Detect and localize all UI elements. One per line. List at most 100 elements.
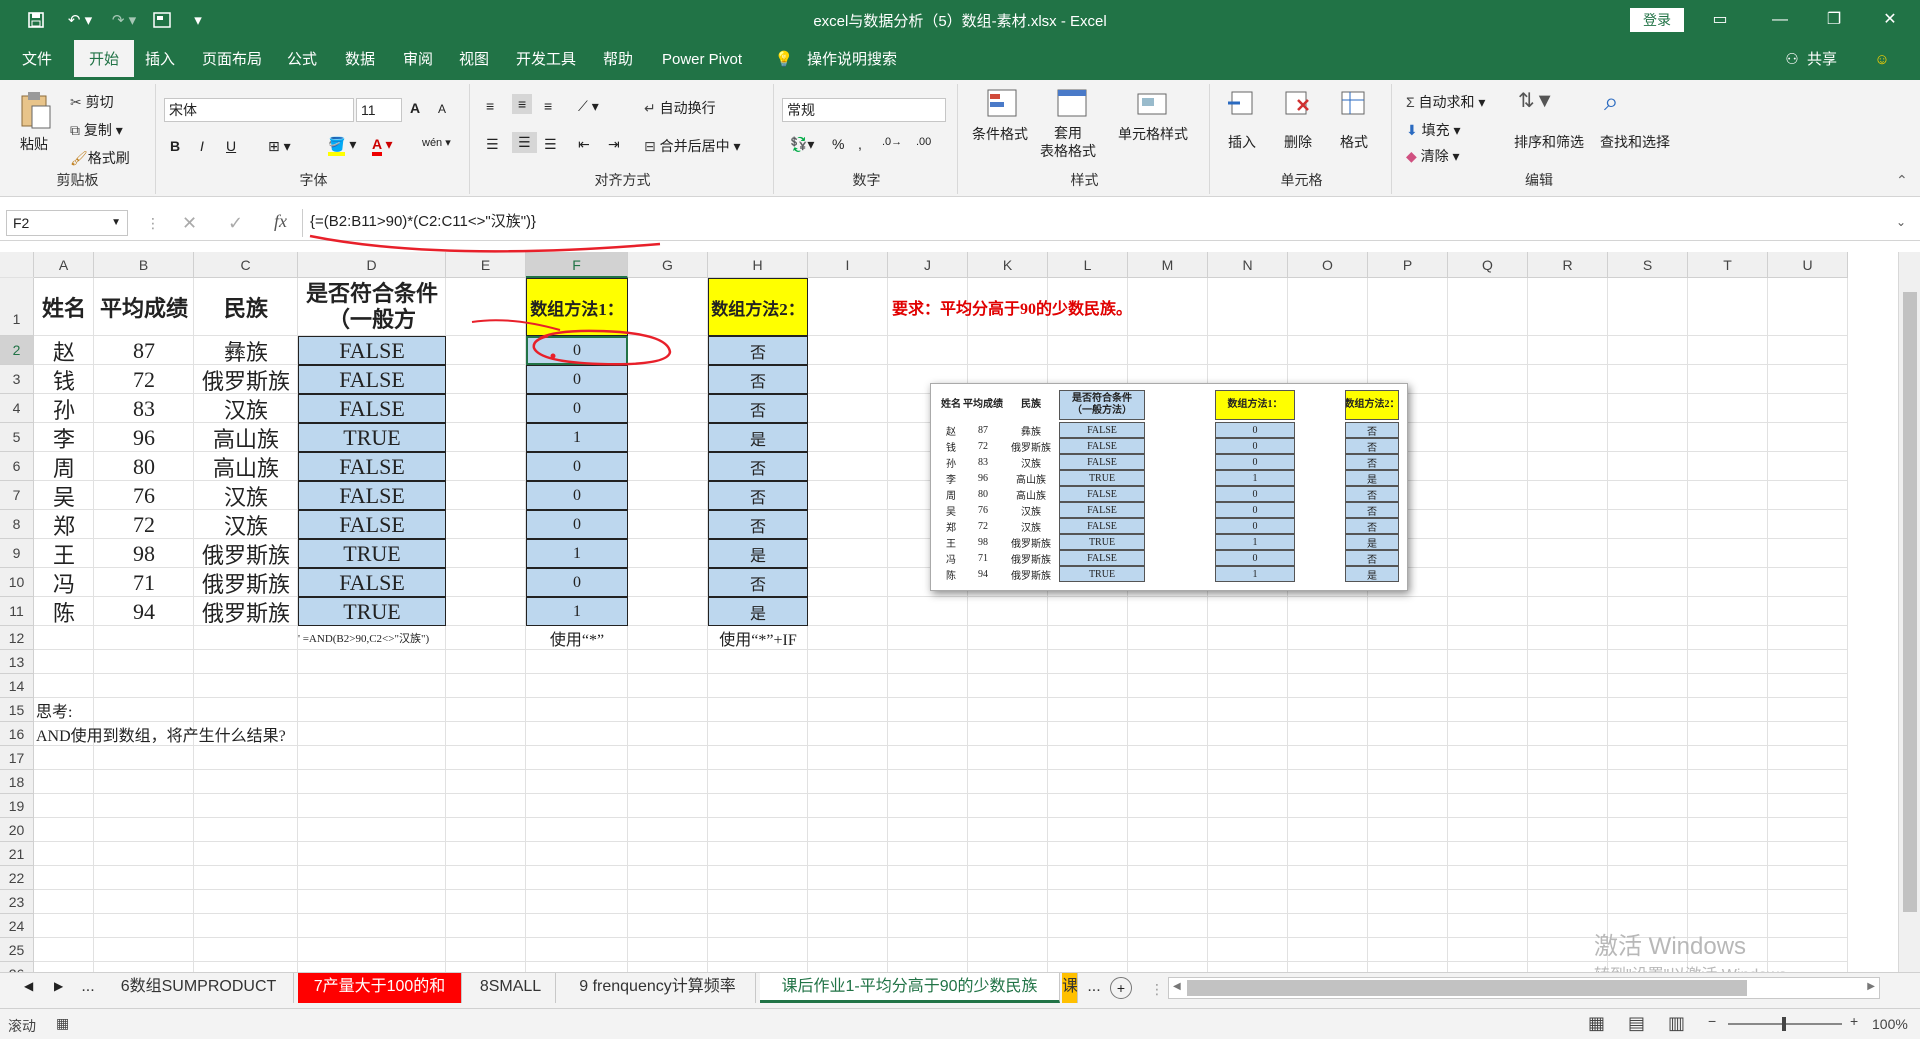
row-header-24[interactable]: 24 [0, 914, 34, 938]
cell-score[interactable]: 72 [94, 365, 194, 394]
autosum-button[interactable]: Σ 自动求和 ▾ [1406, 92, 1485, 112]
column-header-g[interactable]: G [628, 252, 708, 278]
align-right-icon[interactable]: ☰ [544, 136, 557, 153]
tab-home[interactable]: 开始 [74, 40, 134, 80]
cell-condition[interactable]: FALSE [298, 336, 446, 365]
close-icon[interactable]: ✕ [1870, 6, 1910, 34]
zoom-in-icon[interactable]: + [1850, 1013, 1858, 1029]
scroll-thumb[interactable] [1903, 292, 1917, 912]
cell-name[interactable]: 王 [34, 539, 94, 568]
row-header-13[interactable]: 13 [0, 650, 34, 674]
delete-cells-button[interactable]: 删除 [1284, 132, 1312, 152]
name-box[interactable]: F2 ▼ [6, 210, 128, 236]
cell-styles-icon[interactable] [1136, 88, 1170, 121]
decrease-decimal-icon[interactable]: .00 [916, 136, 931, 148]
row-header-8[interactable]: 8 [0, 510, 34, 539]
maximize-icon[interactable]: ❐ [1814, 6, 1854, 34]
row-header-11[interactable]: 11 [0, 597, 34, 626]
row-header-9[interactable]: 9 [0, 539, 34, 568]
cell-condition[interactable]: FALSE [298, 452, 446, 481]
row-header-14[interactable]: 14 [0, 674, 34, 698]
tab-view[interactable]: 视图 [452, 40, 496, 80]
cell-ethnic[interactable]: 汉族 [194, 481, 298, 510]
row-header-3[interactable]: 3 [0, 365, 34, 394]
tab-file[interactable]: 文件 [12, 40, 62, 80]
copy-button[interactable]: ⧉ 复制 ▾ [70, 120, 123, 140]
row-header-15[interactable]: 15 [0, 698, 34, 722]
cell-f2-active[interactable]: 0 [526, 336, 628, 365]
column-header-s[interactable]: S [1608, 252, 1688, 278]
cell-f12-note[interactable]: 使用“*” [526, 626, 628, 650]
tab-help[interactable]: 帮助 [596, 40, 640, 80]
collapse-ribbon-icon[interactable]: ⌃ [1896, 172, 1908, 189]
next-sheet-icon[interactable]: ▶ [54, 979, 63, 993]
cell-method1[interactable]: 0 [526, 568, 628, 597]
sheet-tab-next[interactable]: 课 [1062, 973, 1078, 1003]
zoom-out-icon[interactable]: − [1708, 1013, 1716, 1029]
page-layout-view-icon[interactable]: ▤ [1628, 1013, 1645, 1034]
conditional-format-button[interactable]: 条件格式 [972, 124, 1028, 144]
cell-d1-condition-header[interactable]: 是否符合条件（一般方 [298, 278, 446, 336]
cell-method2[interactable]: 是 [708, 597, 808, 626]
cell-method2[interactable]: 是 [708, 539, 808, 568]
column-header-k[interactable]: K [968, 252, 1048, 278]
cell-ethnic[interactable]: 俄罗斯族 [194, 539, 298, 568]
cell-name[interactable]: 郑 [34, 510, 94, 539]
column-header-c[interactable]: C [194, 252, 298, 278]
cell-method1[interactable]: 0 [526, 365, 628, 394]
cell-ethnic[interactable]: 汉族 [194, 510, 298, 539]
column-header-h[interactable]: H [708, 252, 808, 278]
number-format-select[interactable]: 常规 [782, 98, 946, 122]
cell-styles-button[interactable]: 单元格样式 [1118, 124, 1188, 144]
cell-b1-score-header[interactable]: 平均成绩 [94, 278, 194, 336]
cell-score[interactable]: 71 [94, 568, 194, 597]
cell-method1[interactable]: 0 [526, 452, 628, 481]
sheet-tab-9[interactable]: 9 frenquency计算频率 [560, 973, 756, 1003]
cell-score[interactable]: 98 [94, 539, 194, 568]
font-color-icon[interactable]: A ▾ [372, 136, 393, 156]
ribbon-display-icon[interactable]: ▭ [1700, 6, 1740, 34]
clear-button[interactable]: ◆ 清除 ▾ [1406, 146, 1460, 166]
sheet-tab-8[interactable]: 8SMALL [466, 973, 556, 1003]
tab-review[interactable]: 审阅 [396, 40, 440, 80]
column-header-m[interactable]: M [1128, 252, 1208, 278]
paste-icon[interactable] [18, 90, 52, 133]
orientation-icon[interactable]: ⟋ ▾ [578, 98, 599, 115]
tab-formulas[interactable]: 公式 [280, 40, 324, 80]
cell-j1-requirement[interactable]: 要求：平均分高于90的少数民族。 [888, 278, 1208, 336]
cell-a1-name-header[interactable]: 姓名 [34, 278, 94, 336]
cell-ethnic[interactable]: 俄罗斯族 [194, 597, 298, 626]
cell-method2[interactable]: 否 [708, 481, 808, 510]
sheet-tab-7[interactable]: 7产量大于100的和 [298, 973, 462, 1003]
row-header-25[interactable]: 25 [0, 938, 34, 962]
font-size-select[interactable]: 11 [356, 98, 402, 122]
row-header-26[interactable]: 26 [0, 962, 34, 972]
prev-sheet-icon[interactable]: ◀ [24, 979, 33, 993]
row-header-12[interactable]: 12 [0, 626, 34, 650]
fill-color-icon[interactable]: 🪣 ▾ [328, 136, 356, 156]
comma-icon[interactable]: , [858, 136, 862, 152]
bold-button[interactable]: B [170, 138, 180, 154]
phonetic-icon[interactable]: wén ▾ [422, 136, 451, 149]
row-header-19[interactable]: 19 [0, 794, 34, 818]
cell-name[interactable]: 李 [34, 423, 94, 452]
cell-condition[interactable]: FALSE [298, 481, 446, 510]
tab-power-pivot[interactable]: Power Pivot [654, 40, 750, 80]
scroll-left-icon[interactable]: ◀ [1173, 981, 1181, 992]
cell-name[interactable]: 吴 [34, 481, 94, 510]
sheet-tab-more-left[interactable]: ... [76, 973, 100, 1003]
cell-ethnic[interactable]: 高山族 [194, 452, 298, 481]
worksheet-grid[interactable]: A B C D E F G H I J K L M N O P Q R S T U 1 2 3 4 5 6 7 8 9 10 11 12 13 14… [0, 252, 1898, 972]
cell-a16-question[interactable]: AND使用到数组，将产生什么结果? [34, 722, 628, 746]
cell-name[interactable]: 钱 [34, 365, 94, 394]
cell-method1[interactable]: 1 [526, 597, 628, 626]
cancel-icon[interactable]: ✕ [182, 213, 197, 234]
cell-score[interactable]: 94 [94, 597, 194, 626]
cell-condition[interactable]: TRUE [298, 423, 446, 452]
expand-formula-icon[interactable]: ⌄ [1896, 215, 1906, 229]
cell-ethnic[interactable]: 汉族 [194, 394, 298, 423]
cell-method2[interactable]: 是 [708, 423, 808, 452]
zoom-slider-handle[interactable] [1782, 1017, 1786, 1031]
cell-condition[interactable]: FALSE [298, 568, 446, 597]
align-middle-icon[interactable]: ≡ [512, 94, 533, 114]
